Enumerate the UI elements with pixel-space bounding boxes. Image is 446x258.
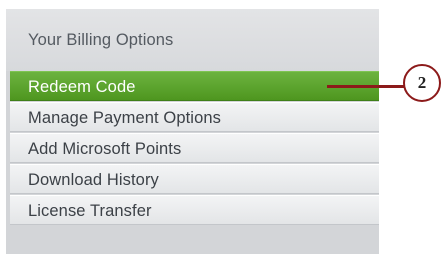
callout-leader-line: [327, 85, 409, 88]
menu-item-download-history[interactable]: Download History: [10, 164, 379, 194]
callout-number-badge: 2: [403, 64, 441, 102]
menu-item-manage-payment-options[interactable]: Manage Payment Options: [10, 102, 379, 132]
menu-item-add-microsoft-points[interactable]: Add Microsoft Points: [10, 133, 379, 163]
menu-item-redeem-code[interactable]: Redeem Code: [10, 71, 379, 101]
screenshot-stage: Your Billing Options Redeem Code Manage …: [0, 0, 446, 258]
billing-options-header: Your Billing Options: [6, 9, 379, 71]
menu-item-license-transfer[interactable]: License Transfer: [10, 195, 379, 225]
